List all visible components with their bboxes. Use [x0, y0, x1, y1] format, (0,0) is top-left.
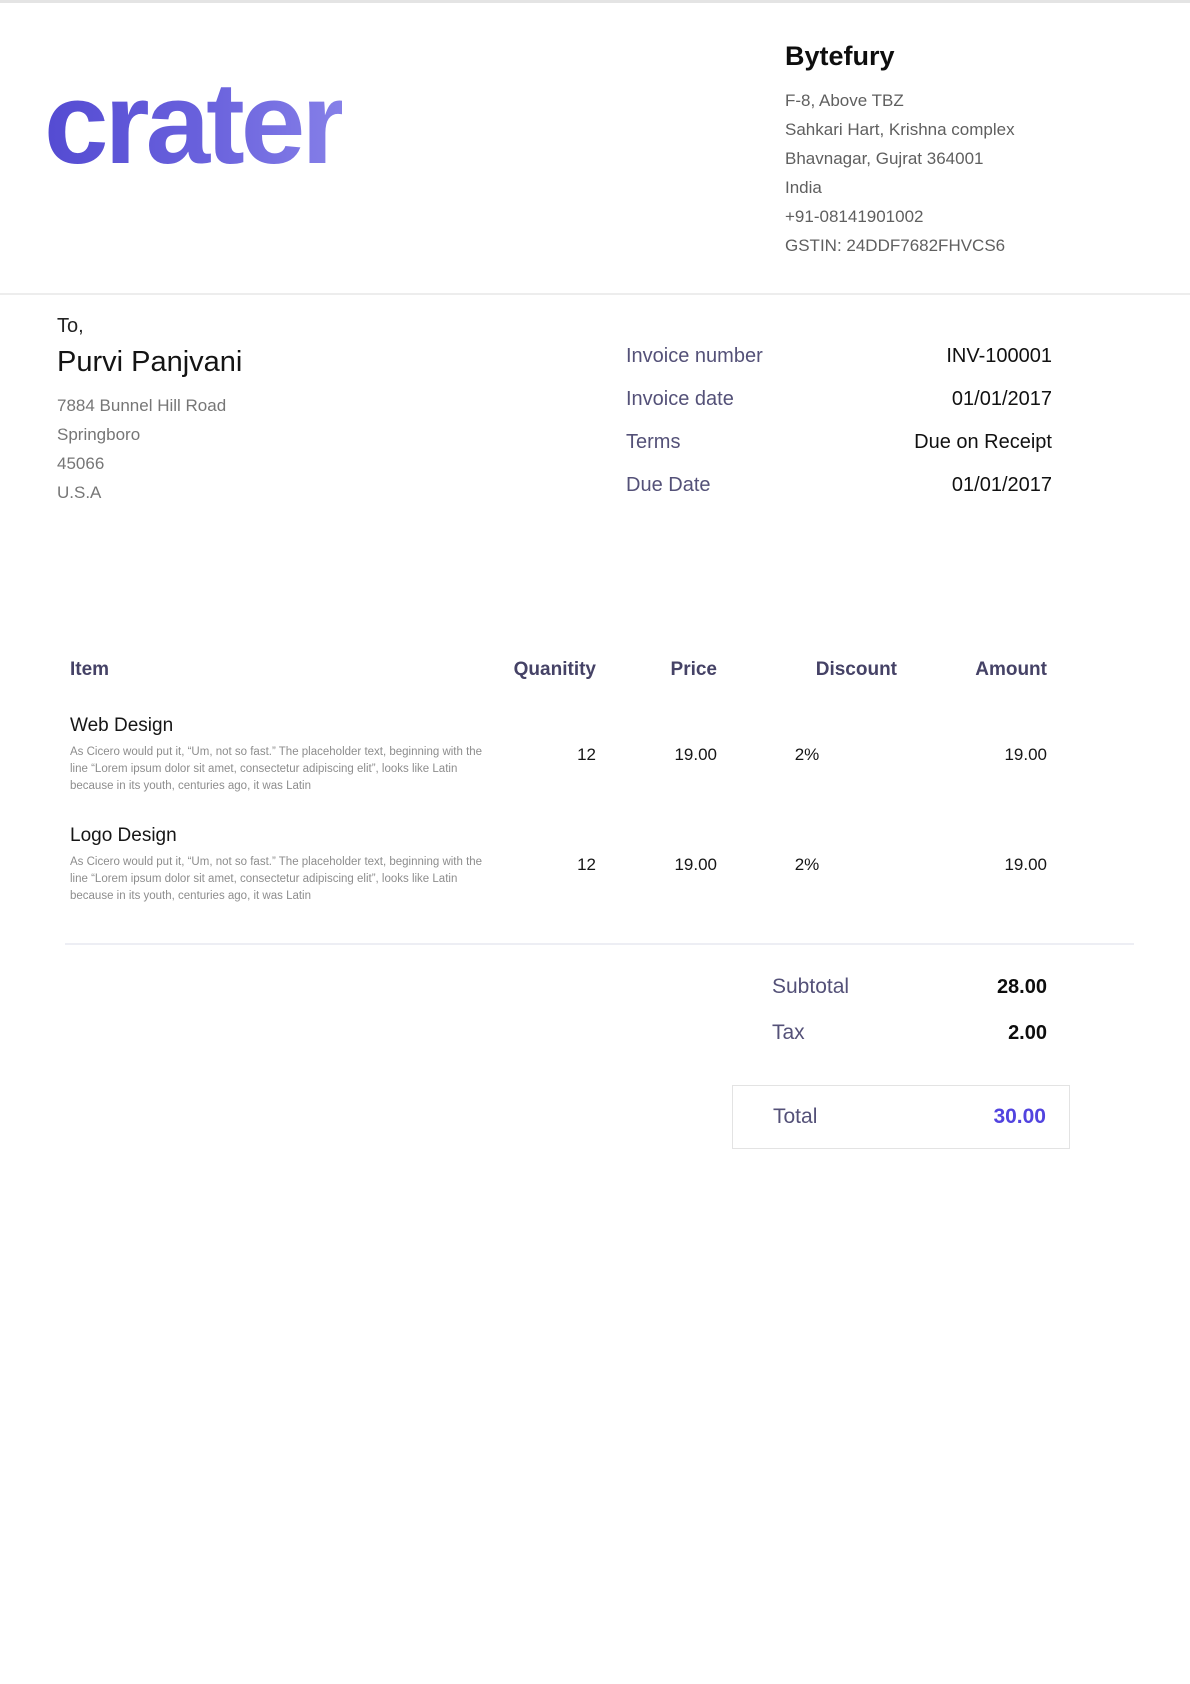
item-discount: 2%: [717, 745, 897, 765]
recipient-address-line: Springboro: [57, 420, 242, 449]
invoice-header: crater Bytefury F-8, Above TBZ Sahkari H…: [0, 3, 1190, 295]
item-name: Logo Design: [70, 825, 510, 847]
recipient-name: Purvi Panjvani: [57, 346, 242, 379]
invoice-date-value: 01/01/2017: [952, 388, 1052, 411]
total-label: Total: [773, 1105, 817, 1129]
table-row: Web Design As Cicero would put it, “Um, …: [70, 715, 1047, 795]
invoice-number-label: Invoice number: [626, 345, 763, 368]
company-gstin: GSTIN: 24DDF7682FHVCS6: [785, 231, 1145, 260]
invoice-number-row: Invoice number INV-100001: [626, 345, 1052, 388]
table-row: Logo Design As Cicero would put it, “Um,…: [70, 825, 1047, 905]
column-header-price: Price: [596, 659, 717, 681]
item-cell: Logo Design As Cicero would put it, “Um,…: [70, 825, 510, 905]
company-address-line: Sahkari Hart, Krishna complex: [785, 115, 1145, 144]
item-discount: 2%: [717, 855, 897, 875]
total-value: 30.00: [993, 1105, 1046, 1129]
company-address-line: Bhavnagar, Gujrat 364001: [785, 144, 1145, 173]
company-address-line: F-8, Above TBZ: [785, 86, 1145, 115]
company-phone: +91-08141901002: [785, 202, 1145, 231]
invoice-number-value: INV-100001: [946, 345, 1052, 368]
company-block: Bytefury F-8, Above TBZ Sahkari Hart, Kr…: [785, 41, 1145, 260]
terms-label: Terms: [626, 431, 680, 454]
invoice-date-row: Invoice date 01/01/2017: [626, 388, 1052, 431]
subtotal-label: Subtotal: [772, 975, 849, 999]
item-name: Web Design: [70, 715, 510, 737]
column-header-amount: Amount: [897, 659, 1047, 681]
column-header-discount: Discount: [717, 659, 897, 681]
item-quantity: 12: [510, 745, 596, 765]
tax-value: 2.00: [1008, 1022, 1047, 1045]
company-address-line: India: [785, 173, 1145, 202]
column-header-quantity: Quanitity: [510, 659, 596, 681]
due-date-value: 01/01/2017: [952, 474, 1052, 497]
due-date-label: Due Date: [626, 474, 711, 497]
item-description: As Cicero would put it, “Um, not so fast…: [70, 854, 490, 905]
subtotal-row: Subtotal 28.00: [732, 975, 1070, 1021]
tax-label: Tax: [772, 1021, 805, 1045]
invoice-date-label: Invoice date: [626, 388, 734, 411]
recipient-address-line: 45066: [57, 449, 242, 478]
total-row: Total 30.00: [732, 1085, 1070, 1149]
company-name: Bytefury: [785, 41, 1145, 72]
column-header-item: Item: [70, 659, 510, 681]
totals-block: Subtotal 28.00 Tax 2.00 Total 30.00: [732, 975, 1070, 1149]
item-quantity: 12: [510, 855, 596, 875]
items-table: Item Quanitity Price Discount Amount Web…: [0, 659, 1190, 905]
recipient-address-line: 7884 Bunnel Hill Road: [57, 391, 242, 420]
items-table-header: Item Quanitity Price Discount Amount: [70, 659, 1047, 681]
recipient-address-line: U.S.A: [57, 478, 242, 507]
item-cell: Web Design As Cicero would put it, “Um, …: [70, 715, 510, 795]
item-price: 19.00: [596, 855, 717, 875]
invoice-document: crater Bytefury F-8, Above TBZ Sahkari H…: [0, 0, 1190, 1684]
item-description: As Cicero would put it, “Um, not so fast…: [70, 744, 490, 795]
item-amount: 19.00: [897, 855, 1047, 875]
table-bottom-divider: [65, 943, 1134, 945]
item-price: 19.00: [596, 745, 717, 765]
terms-row: Terms Due on Receipt: [626, 431, 1052, 474]
billing-section: To, Purvi Panjvani 7884 Bunnel Hill Road…: [0, 295, 1190, 517]
crater-logo: crater: [44, 65, 342, 181]
item-amount: 19.00: [897, 745, 1047, 765]
tax-row: Tax 2.00: [732, 1021, 1070, 1067]
bill-to-block: To, Purvi Panjvani 7884 Bunnel Hill Road…: [57, 315, 242, 517]
subtotal-value: 28.00: [997, 976, 1047, 999]
terms-value: Due on Receipt: [914, 431, 1052, 454]
invoice-meta-block: Invoice number INV-100001 Invoice date 0…: [626, 345, 1052, 517]
due-date-row: Due Date 01/01/2017: [626, 474, 1052, 517]
bill-to-intro: To,: [57, 315, 242, 338]
